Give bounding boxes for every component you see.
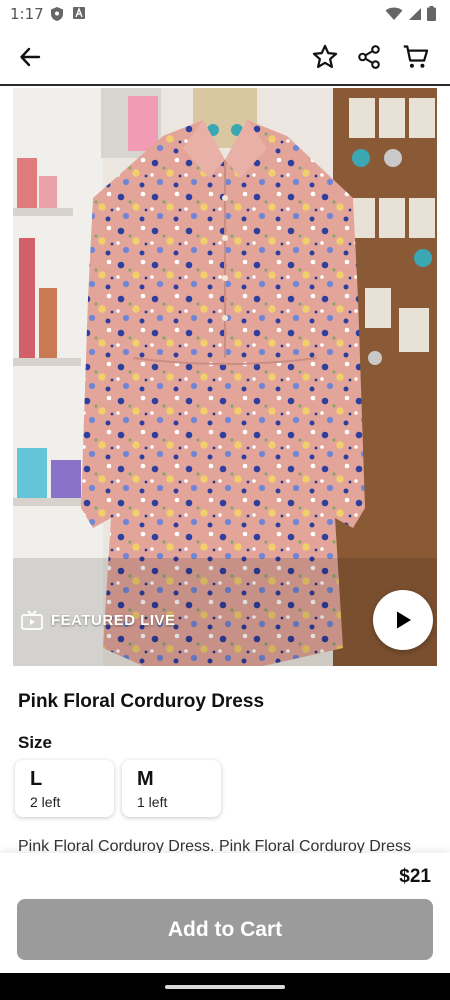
play-button[interactable]: [373, 590, 433, 650]
status-time: 1:17: [10, 5, 44, 23]
status-system-icons: [385, 6, 436, 21]
status-notification-icons: [50, 6, 86, 22]
product-media[interactable]: FEATURED LIVE: [13, 88, 437, 666]
app-bar: [0, 28, 450, 86]
favorite-button[interactable]: [309, 41, 341, 73]
featured-live-label: FEATURED LIVE: [51, 611, 176, 629]
back-button[interactable]: [14, 41, 46, 73]
back-arrow-icon: [20, 47, 41, 67]
product-title: Pink Floral Corduroy Dress: [18, 691, 265, 712]
share-button[interactable]: [353, 41, 385, 73]
size-name: L: [30, 768, 43, 790]
tv-icon: [21, 610, 43, 630]
cart-button[interactable]: [400, 41, 432, 73]
checkout-panel: $21 Add to Cart: [0, 853, 450, 973]
size-heading: Size: [18, 733, 53, 752]
signal-icon: [409, 7, 421, 20]
dress-photo: [13, 88, 437, 666]
add-to-cart-button[interactable]: Add to Cart: [17, 899, 433, 960]
status-bar: 1:17: [0, 0, 450, 28]
battery-icon: [427, 6, 436, 21]
star-icon: [312, 44, 338, 69]
size-stock: 2 left: [30, 794, 61, 810]
size-name: M: [137, 768, 154, 790]
size-option-m[interactable]: M 1 left: [122, 760, 221, 817]
share-icon: [358, 45, 380, 69]
home-indicator[interactable]: [165, 985, 285, 989]
a-box-icon: [73, 7, 85, 19]
size-stock: 1 left: [137, 794, 168, 810]
product-price: $21: [399, 866, 431, 887]
navigation-bar: [0, 973, 450, 1000]
size-option-l[interactable]: L 2 left: [15, 760, 114, 817]
cart-icon: [403, 45, 429, 68]
wifi-icon: [385, 7, 403, 20]
play-icon: [397, 611, 411, 629]
featured-live-badge: FEATURED LIVE: [21, 610, 176, 630]
shield-icon: [51, 7, 63, 21]
